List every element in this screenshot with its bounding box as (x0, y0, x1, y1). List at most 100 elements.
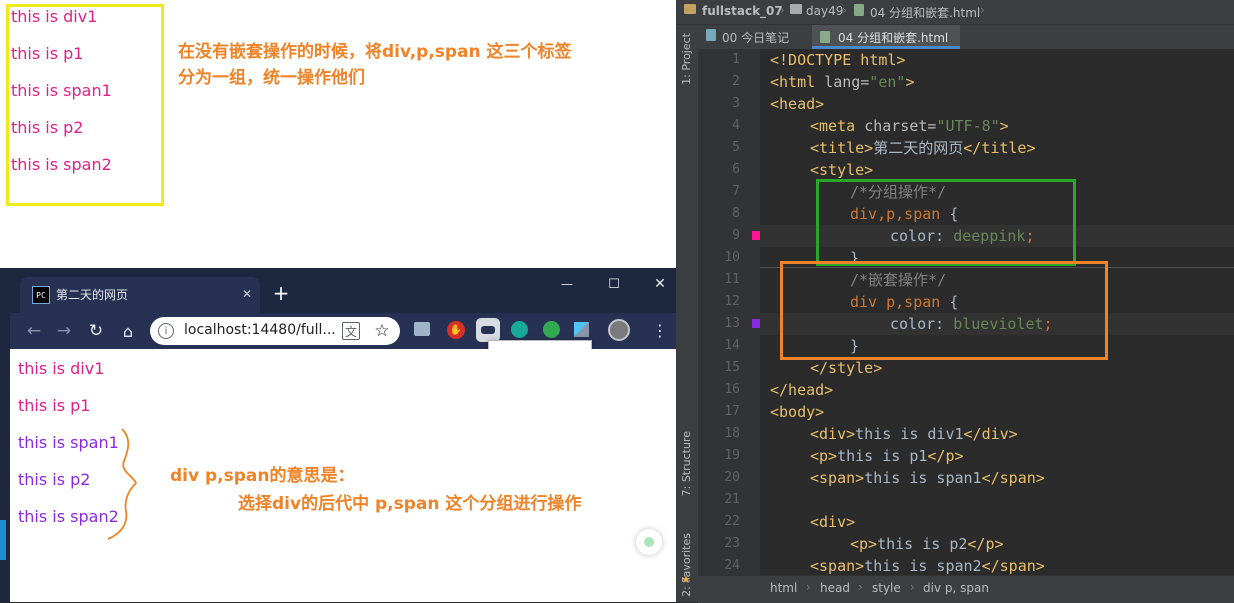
annotation-grouping-line2: 分为一组，统一操作他们 (178, 68, 365, 88)
breadcrumb-folder[interactable]: day49 (806, 4, 843, 18)
line-number: 3 (732, 96, 740, 111)
page-content: this is div1 this is p1 this is span1 th… (10, 349, 684, 602)
orange-highlight-box (780, 261, 1108, 360)
url-text[interactable]: localhost:14480/full... (184, 322, 336, 338)
code-line-6: <style> (810, 161, 874, 179)
code-line-1: <!DOCTYPE html> (770, 51, 906, 69)
content-p1: this is p1 (18, 396, 91, 415)
annotation-nesting-line1: div p,span的意思是： (170, 466, 355, 486)
line-number: 8 (732, 206, 740, 221)
close-window-button[interactable]: ✕ (648, 274, 672, 294)
tab-active-file[interactable]: 04 分组和嵌套.html (838, 29, 948, 46)
line-number: 13 (724, 316, 740, 331)
code-editor[interactable]: <!DOCTYPE html> <html lang="en"> <head> … (760, 49, 1234, 575)
line-number: 12 (724, 294, 740, 309)
status-crumb-selector[interactable]: div p, span (923, 581, 989, 595)
line-number: 15 (724, 360, 740, 375)
text-span2: this is span2 (11, 155, 112, 174)
line-number: 16 (724, 382, 740, 397)
line-number: 1 (732, 52, 740, 67)
status-crumb-head[interactable]: head (820, 581, 850, 595)
code-line-5: <title>第二天的网页</title> (810, 139, 1036, 157)
line-number: 24 (724, 558, 740, 573)
code-line-23: <p>this is p2</p> (850, 535, 1004, 553)
browser-tab[interactable]: PC 第二天的网页 ✕ (20, 277, 260, 313)
code-line-24: <span>this is span2</span> (810, 557, 1045, 575)
status-crumb-style[interactable]: style (872, 581, 901, 595)
editor-gutter: 1 2 3 4 5 6 7 8 9 10 11 12 13 14 15 16 17 18 19 20 21 22 23 24 (698, 49, 781, 575)
html-tab-icon (820, 31, 830, 43)
code-line-19: <p>this is p1</p> (810, 447, 964, 465)
line-number: 21 (724, 492, 740, 507)
code-line-16: </head> (770, 381, 834, 399)
code-line-17: <body> (770, 403, 825, 421)
floating-action-button[interactable] (636, 529, 662, 555)
avatar[interactable] (608, 319, 630, 341)
home-icon[interactable]: ⌂ (116, 319, 140, 343)
desktop-edge-accent (0, 520, 6, 560)
green-highlight-box (816, 179, 1076, 266)
favicon-icon: PC (32, 286, 50, 304)
line-number: 19 (724, 448, 740, 463)
line-number: 9 (732, 228, 740, 243)
favorites-star-icon: ★ (681, 573, 691, 586)
annotation-grouping-line1: 在没有嵌套操作的时候，将div,p,span 这三个标签 (178, 42, 572, 62)
back-arrow-icon[interactable]: ← (22, 319, 46, 343)
status-crumb-html[interactable]: html (770, 581, 797, 595)
tab-close-icon[interactable]: ✕ (238, 285, 256, 303)
text-div1: this is div1 (11, 7, 98, 26)
ide-status-breadcrumb: html › head › style › div p, span (698, 575, 1234, 603)
browser-window: PC 第二天的网页 ✕ + — ☐ ✕ ← → ↻ ⌂ i localhost:… (8, 268, 684, 602)
extension-image-icon[interactable] (414, 322, 430, 336)
text-p1: this is p1 (11, 44, 84, 63)
line-number: 2 (732, 74, 740, 89)
content-p2: this is p2 (18, 470, 91, 489)
extension-teal-icon[interactable] (511, 321, 528, 338)
line-number: 7 (732, 184, 740, 199)
info-icon[interactable]: i (158, 323, 174, 339)
ide-tool-strip: 1: Project 7: Structure 2: Favorites ★ (676, 25, 699, 602)
md-file-icon (706, 29, 716, 41)
content-div1: this is div1 (18, 359, 105, 378)
line-number: 17 (724, 404, 740, 419)
html-file-icon (854, 4, 864, 16)
menu-kebab-icon[interactable]: ⋮ (650, 319, 670, 341)
ide-navigation-bar: fullstack_07 › day49 › 04 分组和嵌套.html › (676, 0, 1234, 25)
reload-icon[interactable]: ↻ (84, 319, 108, 343)
hand-drawn-bracket (107, 428, 138, 540)
line-number: 4 (732, 118, 740, 133)
line-number: 22 (724, 514, 740, 529)
code-line-22: <div> (810, 513, 856, 531)
code-line-4: <meta charset="UTF-8"> (810, 117, 1009, 135)
structure-tool-tab[interactable]: 7: Structure (680, 431, 693, 496)
extension-block-icon[interactable]: ✋ (447, 321, 465, 339)
code-line-18: <div>this is div1</div> (810, 425, 1018, 443)
address-bar[interactable]: i localhost:14480/full... 文 ☆ (150, 317, 400, 345)
translate-icon[interactable]: 文 (342, 322, 360, 340)
ide-window: fullstack_07 › day49 › 04 分组和嵌套.html › 1… (676, 0, 1234, 603)
extension-green-icon[interactable] (543, 321, 560, 338)
favorites-tool-tab[interactable]: 2: Favorites (680, 533, 693, 597)
bookmark-star-icon[interactable]: ☆ (372, 321, 392, 341)
breadcrumb-project[interactable]: fullstack_07 (702, 4, 783, 18)
text-span1: this is span1 (11, 81, 112, 100)
folder-icon (684, 4, 696, 14)
line-number: 20 (724, 470, 740, 485)
code-line-15: </style> (810, 359, 883, 377)
code-line-3: <head> (770, 95, 825, 113)
code-line-2: <html lang="en"> (770, 73, 915, 91)
extension-active-icon[interactable] (476, 318, 500, 342)
editor-tabs: 00 今日笔记 04 分组和嵌套.html (698, 25, 1234, 50)
extension-grid-icon[interactable] (574, 322, 589, 337)
project-tool-tab[interactable]: 1: Project (680, 33, 693, 85)
forward-arrow-icon[interactable]: → (52, 319, 76, 343)
line-number: 23 (724, 536, 740, 551)
tab-notes[interactable]: 00 今日笔记 (722, 29, 789, 46)
breadcrumb-file[interactable]: 04 分组和嵌套.html (870, 4, 980, 21)
new-tab-button[interactable]: + (270, 281, 292, 305)
preview-panel-top: this is div1 this is p1 this is span1 th… (0, 0, 676, 268)
maximize-button[interactable]: ☐ (602, 274, 626, 294)
yellow-highlight-box (6, 4, 164, 206)
line-number: 14 (724, 338, 740, 353)
minimize-button[interactable]: — (555, 274, 579, 294)
